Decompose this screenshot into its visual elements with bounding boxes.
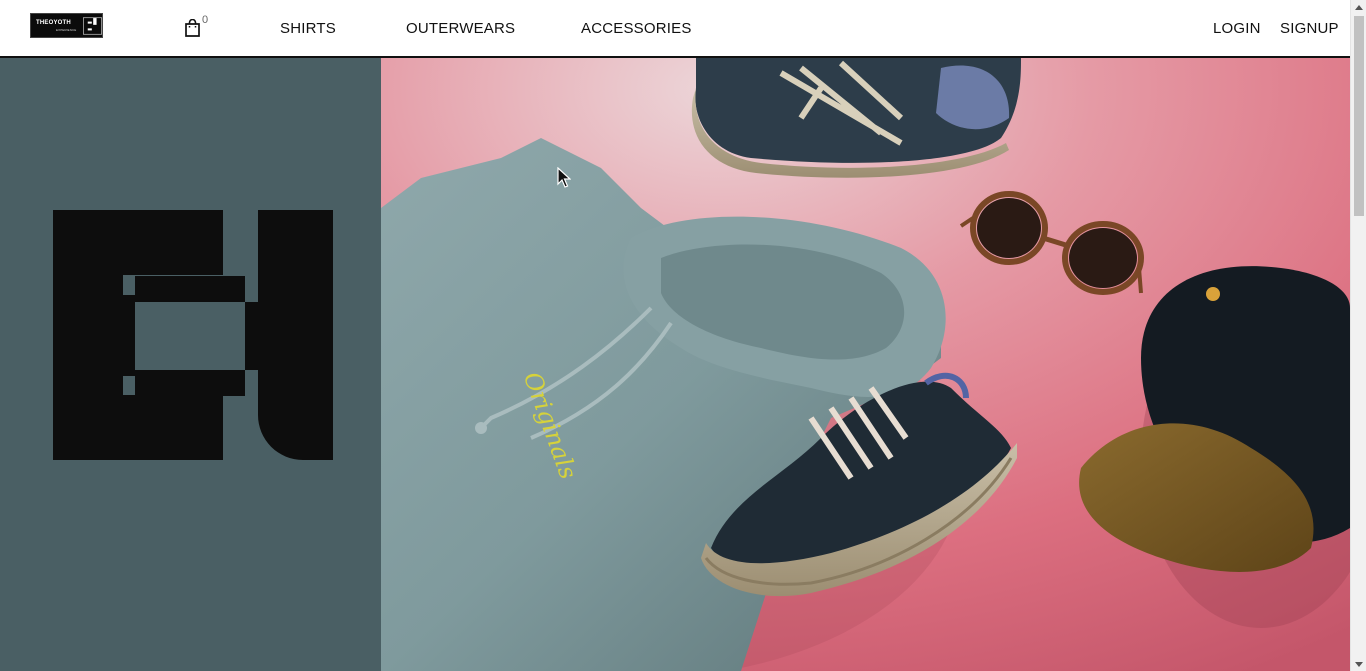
- login-link[interactable]: LOGIN: [1213, 20, 1261, 38]
- nav-link-shirts[interactable]: SHIRTS: [280, 20, 336, 38]
- hero-product-image: Originals: [381, 58, 1350, 671]
- scroll-up-arrow-icon[interactable]: [1351, 0, 1366, 14]
- shopping-bag-icon: [185, 19, 200, 37]
- scrollbar-thumb[interactable]: [1354, 16, 1364, 216]
- brand-eh-mark-icon: [53, 210, 333, 460]
- hero-brand-panel: [0, 58, 381, 671]
- page: THEOYOTH EXPERIENCE 0 SHIRTS OUTERWEARS …: [0, 0, 1366, 671]
- hero-flatlay-illustration: Originals: [381, 58, 1350, 671]
- nav-link-outerwears[interactable]: OUTERWEARS: [406, 20, 515, 38]
- logo-subtitle: EXPERIENCE: [56, 28, 77, 32]
- brand-logo[interactable]: THEOYOTH EXPERIENCE: [30, 13, 103, 38]
- scroll-down-arrow-icon[interactable]: [1351, 657, 1366, 671]
- cart-count-badge: 0: [202, 14, 209, 26]
- logo-wordmark: THEOYOTH: [36, 20, 71, 26]
- cart-button[interactable]: 0: [184, 14, 214, 40]
- brand-eh-logo-icon: [83, 17, 102, 35]
- page-scrollbar[interactable]: [1350, 0, 1366, 671]
- navbar: THEOYOTH EXPERIENCE 0 SHIRTS OUTERWEARS …: [0, 0, 1350, 58]
- signup-link[interactable]: SIGNUP: [1280, 20, 1339, 38]
- nav-link-accessories[interactable]: ACCESSORIES: [581, 20, 692, 38]
